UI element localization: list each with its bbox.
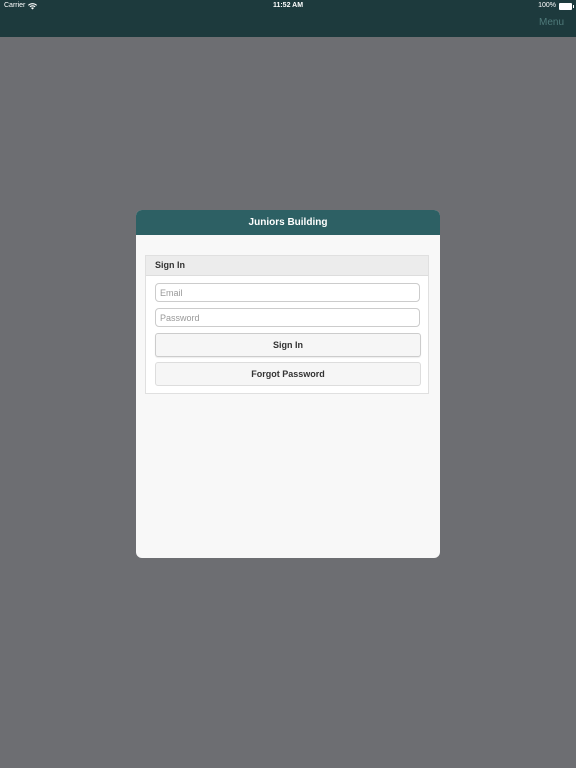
status-time: 11:52 AM (272, 2, 304, 9)
battery-icon (559, 2, 574, 10)
sign-in-modal: Juniors Building Sign In Sign In Forgot … (136, 210, 440, 558)
nav-bar: Menu (0, 12, 576, 37)
menu-button[interactable]: Menu (539, 17, 564, 28)
password-field[interactable] (155, 308, 420, 327)
battery-percent: 100% (538, 2, 556, 9)
forgot-password-button[interactable]: Forgot Password (155, 362, 421, 386)
status-battery: 100% (538, 0, 574, 12)
modal-title: Juniors Building (136, 210, 440, 235)
email-field[interactable] (155, 283, 420, 302)
sign-in-button[interactable]: Sign In (155, 333, 421, 357)
sign-in-panel: Sign In Sign In Forgot Password (145, 255, 429, 394)
panel-title: Sign In (146, 256, 428, 276)
status-bar: Carrier 11:52 AM 100% (0, 0, 576, 12)
